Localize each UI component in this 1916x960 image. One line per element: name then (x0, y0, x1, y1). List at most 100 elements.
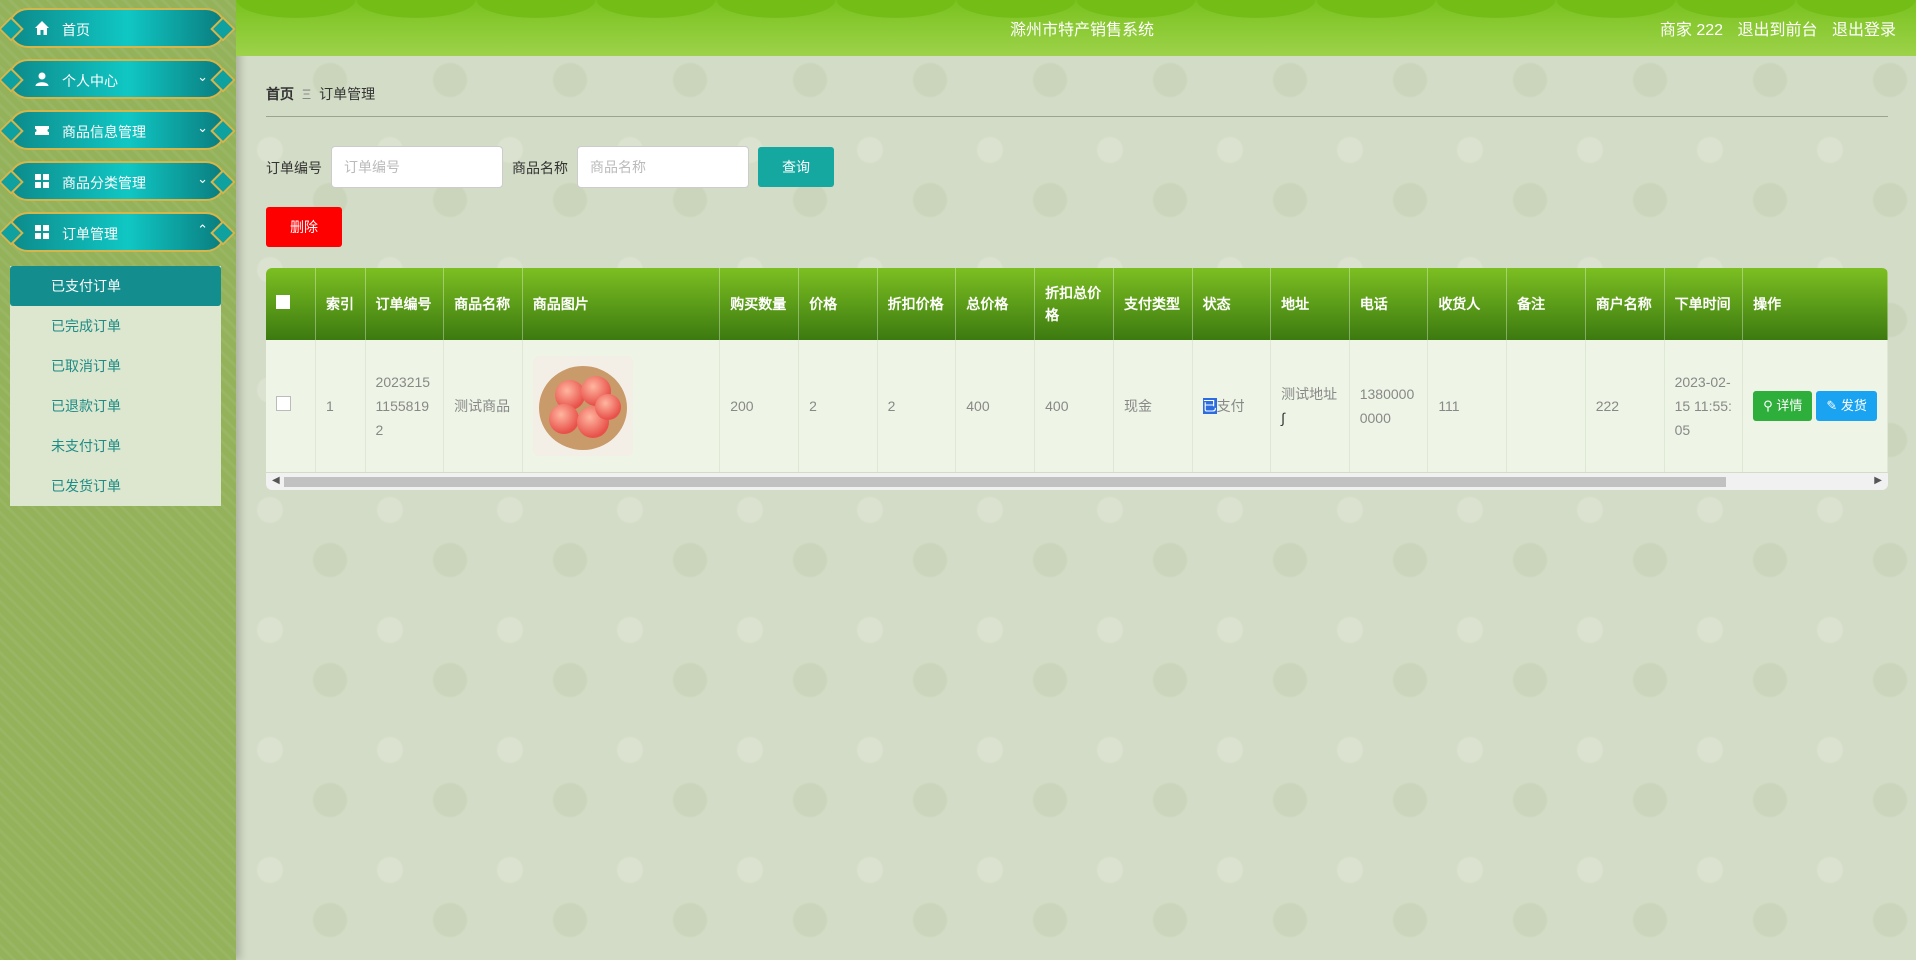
chevron-down-icon: ⌄ (197, 120, 208, 135)
cell-merchant: 222 (1585, 340, 1665, 472)
cell-receiver: 111 (1427, 340, 1508, 472)
column-header[interactable]: 收货人 (1427, 268, 1508, 340)
menu-order-management[interactable]: 订单管理 ⌃ (0, 212, 236, 252)
scrollbar-thumb[interactable] (284, 477, 1726, 487)
menu-label: 商品信息管理 (62, 124, 146, 140)
column-header[interactable]: 商品图片 (522, 268, 721, 340)
submenu-shipped-orders[interactable]: 已发货订单 (10, 466, 221, 506)
cell-actions: ⚲ 详情 ✎ 发货 (1742, 340, 1888, 472)
search-icon: ⚲ (1763, 398, 1773, 413)
column-header[interactable]: 商户名称 (1585, 268, 1665, 340)
goods-image[interactable] (532, 356, 633, 456)
submenu-completed-orders[interactable]: 已完成订单 (10, 306, 221, 346)
diamond-decoration (0, 220, 24, 246)
ship-button-label: 发货 (1840, 398, 1867, 413)
detail-button[interactable]: ⚲ 详情 (1753, 391, 1813, 421)
ship-button[interactable]: ✎ 发货 (1816, 391, 1877, 421)
cell-price: 2 (798, 340, 878, 472)
home-icon (35, 21, 49, 35)
orders-table-container: 索引 订单编号 商品名称 商品图片 购买数量 价格 折扣价格 总价格 折扣总价格… (266, 268, 1888, 490)
order-no-input[interactable] (331, 146, 503, 188)
diamond-decoration (210, 118, 236, 144)
select-all-cell (266, 268, 317, 340)
column-header[interactable]: 购买数量 (719, 268, 800, 340)
diamond-decoration (0, 118, 24, 144)
menu-personal-center[interactable]: 个人中心 ⌄ (0, 59, 236, 99)
ticket-icon (35, 126, 49, 135)
cell-index: 1 (315, 340, 366, 472)
cell-note (1506, 340, 1586, 472)
peach-shape (548, 404, 579, 434)
submenu-refunded-orders[interactable]: 已退款订单 (10, 386, 221, 426)
column-header[interactable]: 备注 (1506, 268, 1586, 340)
row-checkbox[interactable] (276, 396, 291, 411)
menu-label: 首页 (62, 22, 90, 38)
scroll-right-icon[interactable]: ▶ (1874, 475, 1882, 486)
menu-label: 商品分类管理 (62, 175, 146, 191)
chevron-down-icon: ⌄ (197, 69, 208, 84)
breadcrumb: 首页 Ξ 订单管理 (266, 84, 375, 104)
column-header[interactable]: 订单编号 (365, 268, 445, 340)
detail-button-label: 详情 (1776, 398, 1803, 413)
peach-shape (594, 394, 621, 420)
diamond-decoration (210, 67, 236, 93)
column-header[interactable]: 索引 (315, 268, 366, 340)
menu-goods-info[interactable]: 商品信息管理 ⌄ (0, 110, 236, 150)
cell-phone: 13800000000 (1349, 340, 1429, 472)
diamond-decoration (210, 169, 236, 195)
system-title: 滁州市特产销售系统 (1010, 22, 1155, 39)
diamond-decoration (210, 220, 236, 246)
table-header-row: 索引 订单编号 商品名称 商品图片 购买数量 价格 折扣价格 总价格 折扣总价格… (266, 268, 1888, 340)
grid-icon (35, 174, 49, 188)
column-header[interactable]: 地址 (1270, 268, 1350, 340)
cell-pay-type: 现金 (1113, 340, 1193, 472)
column-header[interactable]: 商品名称 (443, 268, 523, 340)
edit-icon: ✎ (1826, 398, 1838, 413)
goods-name-label: 商品名称 (512, 160, 568, 176)
column-header[interactable]: 折扣总价格 (1034, 268, 1114, 340)
sidebar: 首页 个人中心 ⌄ 商品信息管理 ⌄ 商品分类管理 ⌄ 订单管理 ⌃ 已支付订单… (0, 0, 236, 960)
column-header[interactable]: 支付类型 (1113, 268, 1193, 340)
breadcrumb-current: 订单管理 (319, 86, 376, 102)
table-row[interactable]: 1 20232151155819 2 测试商品 200 2 2 400 400 … (266, 340, 1888, 472)
query-button[interactable]: 查询 (758, 147, 834, 187)
diamond-decoration (0, 67, 24, 93)
column-header[interactable]: 下单时间 (1664, 268, 1744, 340)
address-text: 测试地址 (1281, 386, 1338, 402)
order-submenu: 已支付订单 已完成订单 已取消订单 已退款订单 未支付订单 已发货订单 (10, 266, 221, 506)
submenu-unpaid-orders[interactable]: 未支付订单 (10, 426, 221, 466)
cell-address: 测试地址 ∫ (1270, 340, 1350, 472)
column-header[interactable]: 价格 (798, 268, 878, 340)
cell-discount-total: 400 (1034, 340, 1114, 472)
cell-goods-name: 测试商品 (443, 340, 523, 472)
exit-to-front-link[interactable]: 退出到前台 (1738, 22, 1818, 39)
text-cursor-icon: ∫ (1281, 410, 1285, 426)
select-all-checkbox[interactable] (276, 295, 290, 309)
cell-goods-image (522, 340, 721, 472)
horizontal-scrollbar[interactable]: ◀ ▶ (266, 473, 1888, 490)
cell-discount-price: 2 (877, 340, 957, 472)
breadcrumb-separator: Ξ (302, 86, 312, 102)
cell-quantity: 200 (719, 340, 800, 472)
column-header[interactable]: 状态 (1192, 268, 1272, 340)
menu-goods-category[interactable]: 商品分类管理 ⌄ (0, 161, 236, 201)
cell-order-time: 2023-02-15 11:55:05 (1664, 340, 1744, 472)
breadcrumb-home[interactable]: 首页 (266, 86, 294, 102)
user-icon (35, 72, 49, 86)
cell-order-no: 20232151155819 2 (365, 340, 445, 472)
scroll-left-icon[interactable]: ◀ (272, 475, 280, 486)
logout-link[interactable]: 退出登录 (1832, 22, 1896, 39)
column-header[interactable]: 折扣价格 (877, 268, 957, 340)
grid-icon (35, 225, 49, 239)
diamond-decoration (0, 16, 24, 42)
user-bar: 商家 222 退出到前台 退出登录 (1650, 16, 1896, 40)
column-header[interactable]: 总价格 (955, 268, 1036, 340)
goods-name-input[interactable] (577, 146, 749, 188)
selected-text: 已 (1202, 398, 1217, 414)
chevron-up-icon: ⌃ (197, 222, 208, 237)
submenu-cancelled-orders[interactable]: 已取消订单 (10, 346, 221, 386)
submenu-paid-orders[interactable]: 已支付订单 (10, 266, 221, 306)
delete-button[interactable]: 删除 (266, 207, 342, 247)
menu-home[interactable]: 首页 (0, 8, 236, 48)
column-header[interactable]: 电话 (1349, 268, 1429, 340)
